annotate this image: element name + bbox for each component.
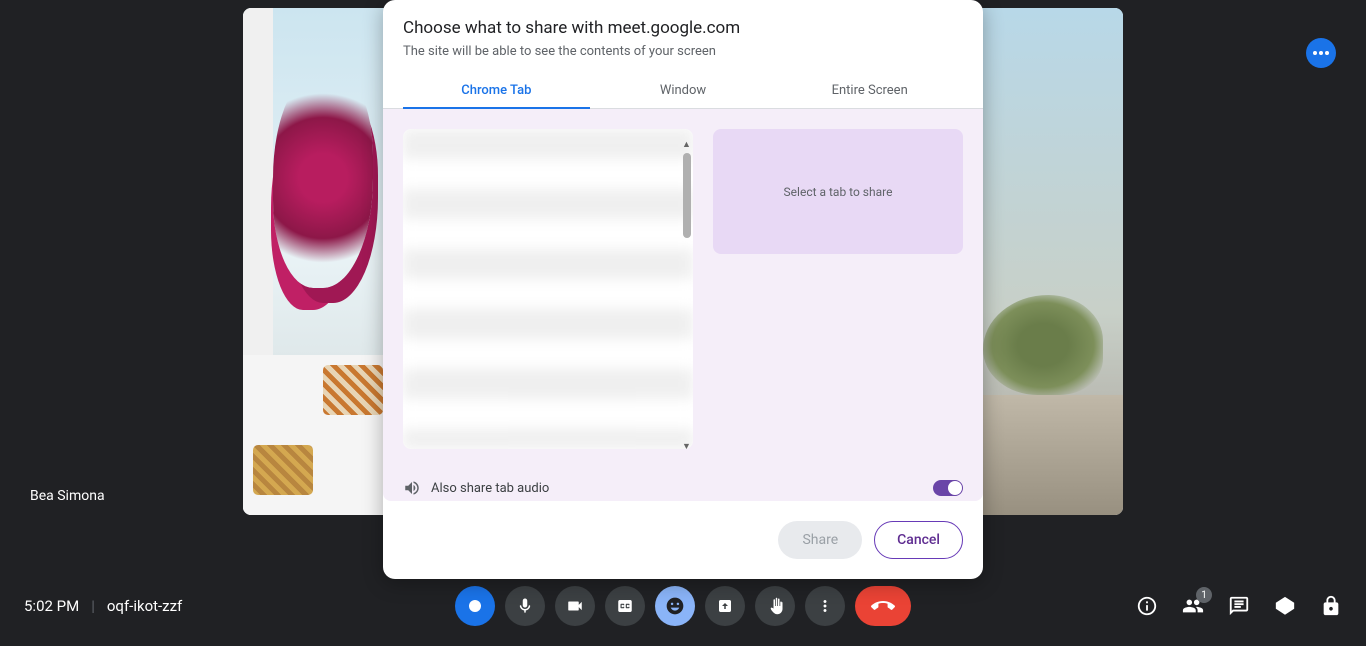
more-vertical-button[interactable] <box>805 586 845 626</box>
people-count-badge: 1 <box>1196 587 1212 603</box>
participant-name-label: Bea Simona <box>30 488 105 504</box>
cc-icon <box>614 597 636 615</box>
meeting-details-button[interactable] <box>1136 595 1158 617</box>
dialog-title: Choose what to share with meet.google.co… <box>383 0 983 44</box>
divider: | <box>91 597 95 615</box>
preview-placeholder: Select a tab to share <box>784 185 893 199</box>
raise-hand-button[interactable] <box>755 586 795 626</box>
chat-icon <box>1228 595 1250 617</box>
scroll-up-arrow-icon[interactable]: ▲ <box>682 139 690 147</box>
hand-icon <box>766 597 784 615</box>
microphone-mute-button[interactable] <box>505 586 545 626</box>
chat-button[interactable] <box>1228 595 1250 617</box>
mic-icon <box>466 597 484 615</box>
end-call-button[interactable] <box>855 586 911 626</box>
tab-entire-screen[interactable]: Entire Screen <box>776 73 963 108</box>
phone-hangup-icon <box>871 594 895 618</box>
present-button[interactable] <box>705 586 745 626</box>
audio-toggle-row: Also share tab audio <box>383 469 983 501</box>
emoji-icon <box>665 596 685 616</box>
shapes-icon <box>1274 595 1296 617</box>
info-icon <box>1136 595 1158 617</box>
cancel-button[interactable]: Cancel <box>874 521 963 559</box>
video-icon <box>566 597 584 615</box>
audio-toggle-switch[interactable] <box>933 480 963 496</box>
meeting-info: 5:02 PM | oqf-ikot-zzf <box>24 597 182 615</box>
audio-share-label: Also share tab audio <box>431 481 933 496</box>
more-horizontal-icon <box>1313 51 1329 55</box>
host-controls-button[interactable] <box>1320 595 1342 617</box>
speaker-icon <box>403 479 421 497</box>
reactions-button[interactable] <box>655 586 695 626</box>
lock-person-icon <box>1320 595 1342 617</box>
meeting-code-label[interactable]: oqf-ikot-zzf <box>107 597 182 615</box>
time-label: 5:02 PM <box>24 597 79 615</box>
dialog-tabs: Chrome Tab Window Entire Screen <box>383 73 983 109</box>
tab-chrome-tab[interactable]: Chrome Tab <box>403 73 590 108</box>
more-options-button[interactable] <box>1306 38 1336 68</box>
camera-button[interactable] <box>555 586 595 626</box>
scroll-down-arrow-icon[interactable]: ▼ <box>682 441 690 449</box>
mic-icon <box>516 597 534 615</box>
more-vertical-icon <box>816 597 834 615</box>
microphone-button[interactable] <box>455 586 495 626</box>
tab-list-scrollbar[interactable]: ▲ ▼ <box>681 139 691 449</box>
call-controls <box>455 586 911 626</box>
tab-window[interactable]: Window <box>590 73 777 108</box>
captions-button[interactable] <box>605 586 645 626</box>
right-controls: 1 <box>1136 595 1342 617</box>
activities-button[interactable] <box>1274 595 1296 617</box>
people-button[interactable]: 1 <box>1182 595 1204 617</box>
share-preview-box: Select a tab to share <box>713 129 963 254</box>
present-icon <box>716 597 734 615</box>
screen-share-dialog: Choose what to share with meet.google.co… <box>383 0 983 579</box>
tab-list[interactable]: ▲ ▼ <box>403 129 693 449</box>
scroll-thumb[interactable] <box>683 153 691 238</box>
dialog-subtitle: The site will be able to see the content… <box>383 44 983 73</box>
share-button[interactable]: Share <box>778 521 862 559</box>
